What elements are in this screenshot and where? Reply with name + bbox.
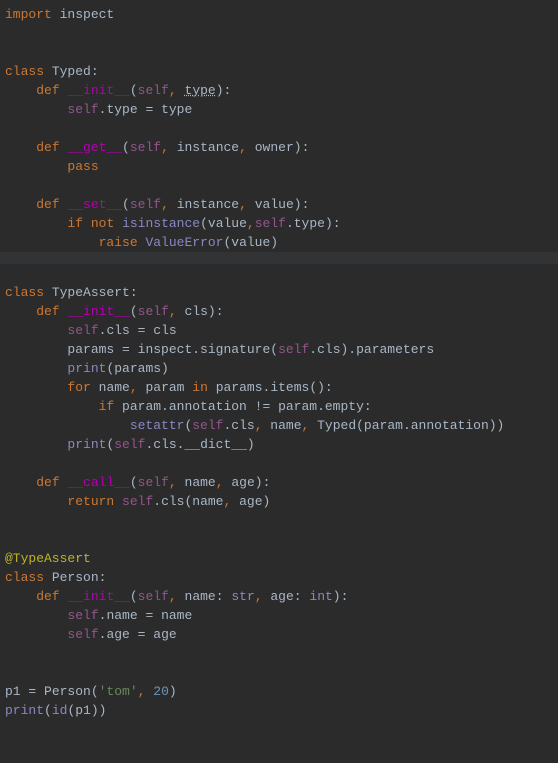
code-line: print(id(p1)) — [5, 701, 558, 720]
code-line: print(self.cls.__dict__) — [5, 435, 558, 454]
code-line: params = inspect.signature(self.cls).par… — [5, 340, 558, 359]
code-line: print(params) — [5, 359, 558, 378]
code-line: raise ValueError(value) — [5, 233, 558, 252]
code-line: class Person: — [5, 568, 558, 587]
code-line: return self.cls(name, age) — [5, 492, 558, 511]
code-line: def __set__(self, instance, value): — [5, 195, 558, 214]
code-line — [5, 176, 558, 195]
fold-separator — [0, 252, 558, 264]
code-line: for name, param in params.items(): — [5, 378, 558, 397]
code-line — [5, 264, 558, 283]
keyword-import: import — [5, 7, 52, 22]
code-line: def __init__(self, cls): — [5, 302, 558, 321]
code-line: pass — [5, 157, 558, 176]
code-line — [5, 530, 558, 549]
code-line — [5, 663, 558, 682]
code-line: class Typed: — [5, 62, 558, 81]
code-line: import inspect — [5, 5, 558, 24]
code-line — [5, 43, 558, 62]
code-line: def __init__(self, name: str, age: int): — [5, 587, 558, 606]
code-line: if not isinstance(value,self.type): — [5, 214, 558, 233]
code-line — [5, 454, 558, 473]
code-line: self.name = name — [5, 606, 558, 625]
code-line: p1 = Person('tom', 20) — [5, 682, 558, 701]
code-line: def __call__(self, name, age): — [5, 473, 558, 492]
code-line — [5, 119, 558, 138]
code-line: def __get__(self, instance, owner): — [5, 138, 558, 157]
code-line: self.cls = cls — [5, 321, 558, 340]
code-line — [5, 24, 558, 43]
code-line: self.type = type — [5, 100, 558, 119]
code-line — [5, 511, 558, 530]
code-line: class TypeAssert: — [5, 283, 558, 302]
code-editor[interactable]: import inspect class Typed: def __init__… — [5, 5, 558, 720]
code-line: if param.annotation != param.empty: — [5, 397, 558, 416]
code-line: def __init__(self, type): — [5, 81, 558, 100]
code-line: self.age = age — [5, 625, 558, 644]
code-line: @TypeAssert — [5, 549, 558, 568]
code-line — [5, 644, 558, 663]
code-line: setattr(self.cls, name, Typed(param.anno… — [5, 416, 558, 435]
